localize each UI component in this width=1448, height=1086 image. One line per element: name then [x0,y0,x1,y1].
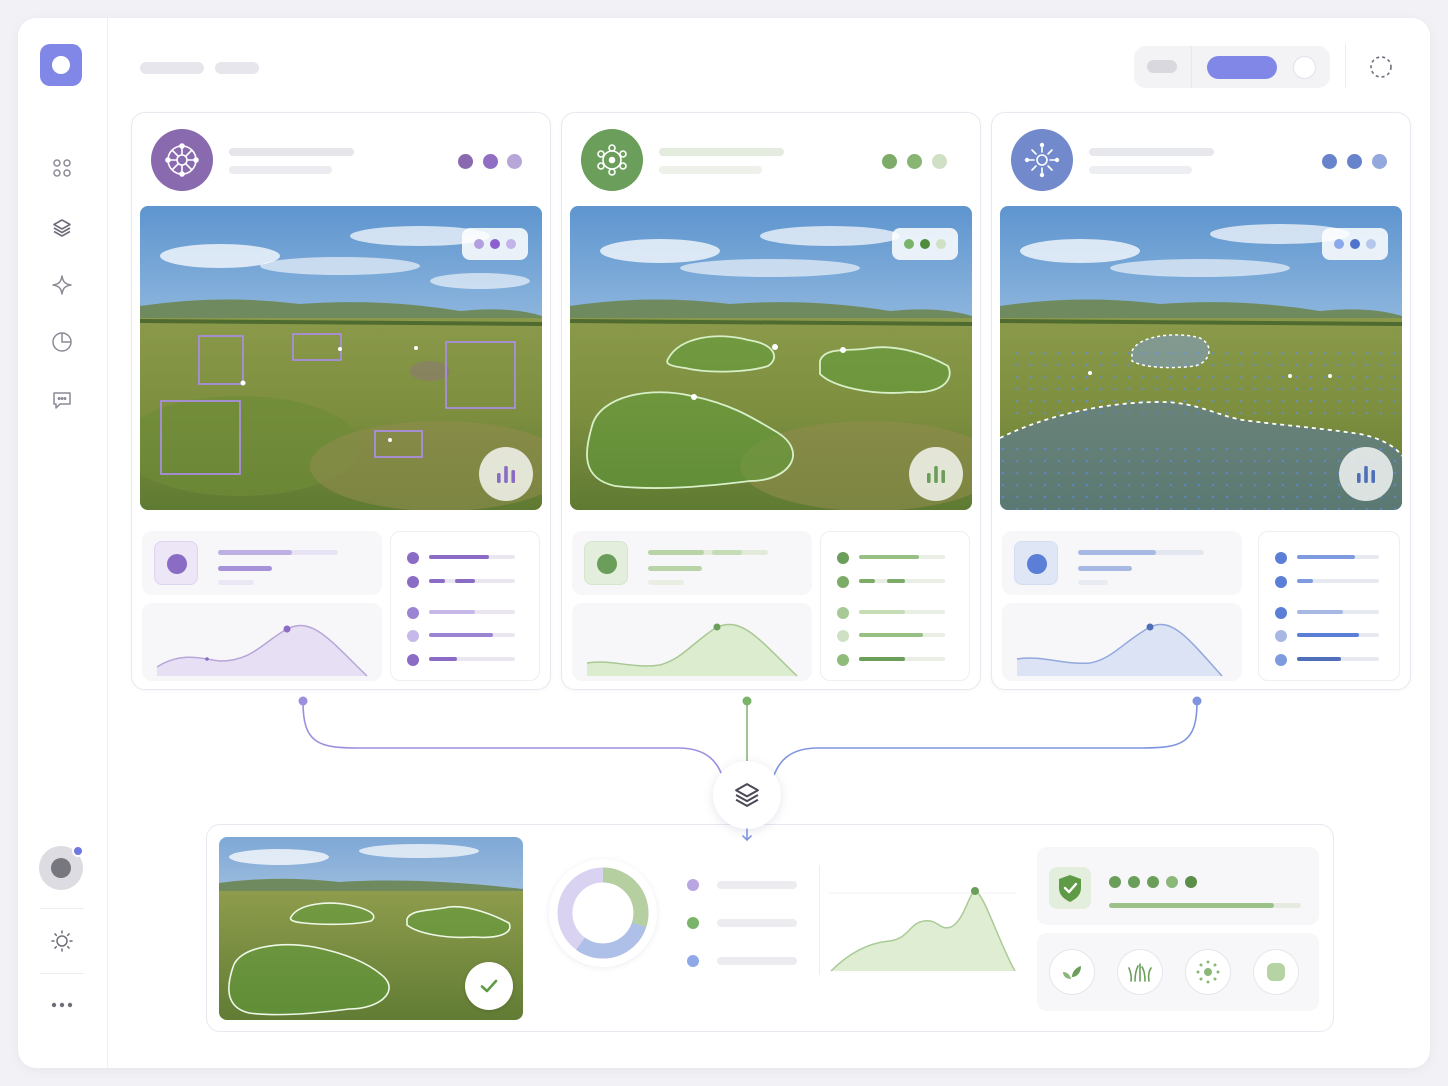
check-icon [465,962,513,1010]
arrow-down-icon [742,828,752,842]
feature-icons-panel [1037,933,1319,1011]
coverage-donut [549,859,657,967]
score-progress [1109,903,1301,908]
legend-label [717,919,797,927]
patch-icon[interactable] [1253,949,1299,995]
grass-icon[interactable] [1117,949,1163,995]
layers-icon [735,783,759,807]
legend-label [717,881,797,889]
merged-result-card[interactable] [206,824,1334,1032]
legend-dot [687,917,699,929]
legend-dot [687,955,699,967]
legend-dot [687,879,699,891]
merged-image[interactable] [219,837,523,1020]
shield-icon [1049,867,1091,909]
pollen-icon[interactable] [1185,949,1231,995]
app-window [18,18,1430,1068]
merge-node[interactable] [713,761,781,829]
legend-label [717,957,797,965]
result-area-chart [829,883,1017,975]
leaf-icon[interactable] [1049,949,1095,995]
quality-score-panel [1037,847,1319,925]
divider [819,865,820,975]
